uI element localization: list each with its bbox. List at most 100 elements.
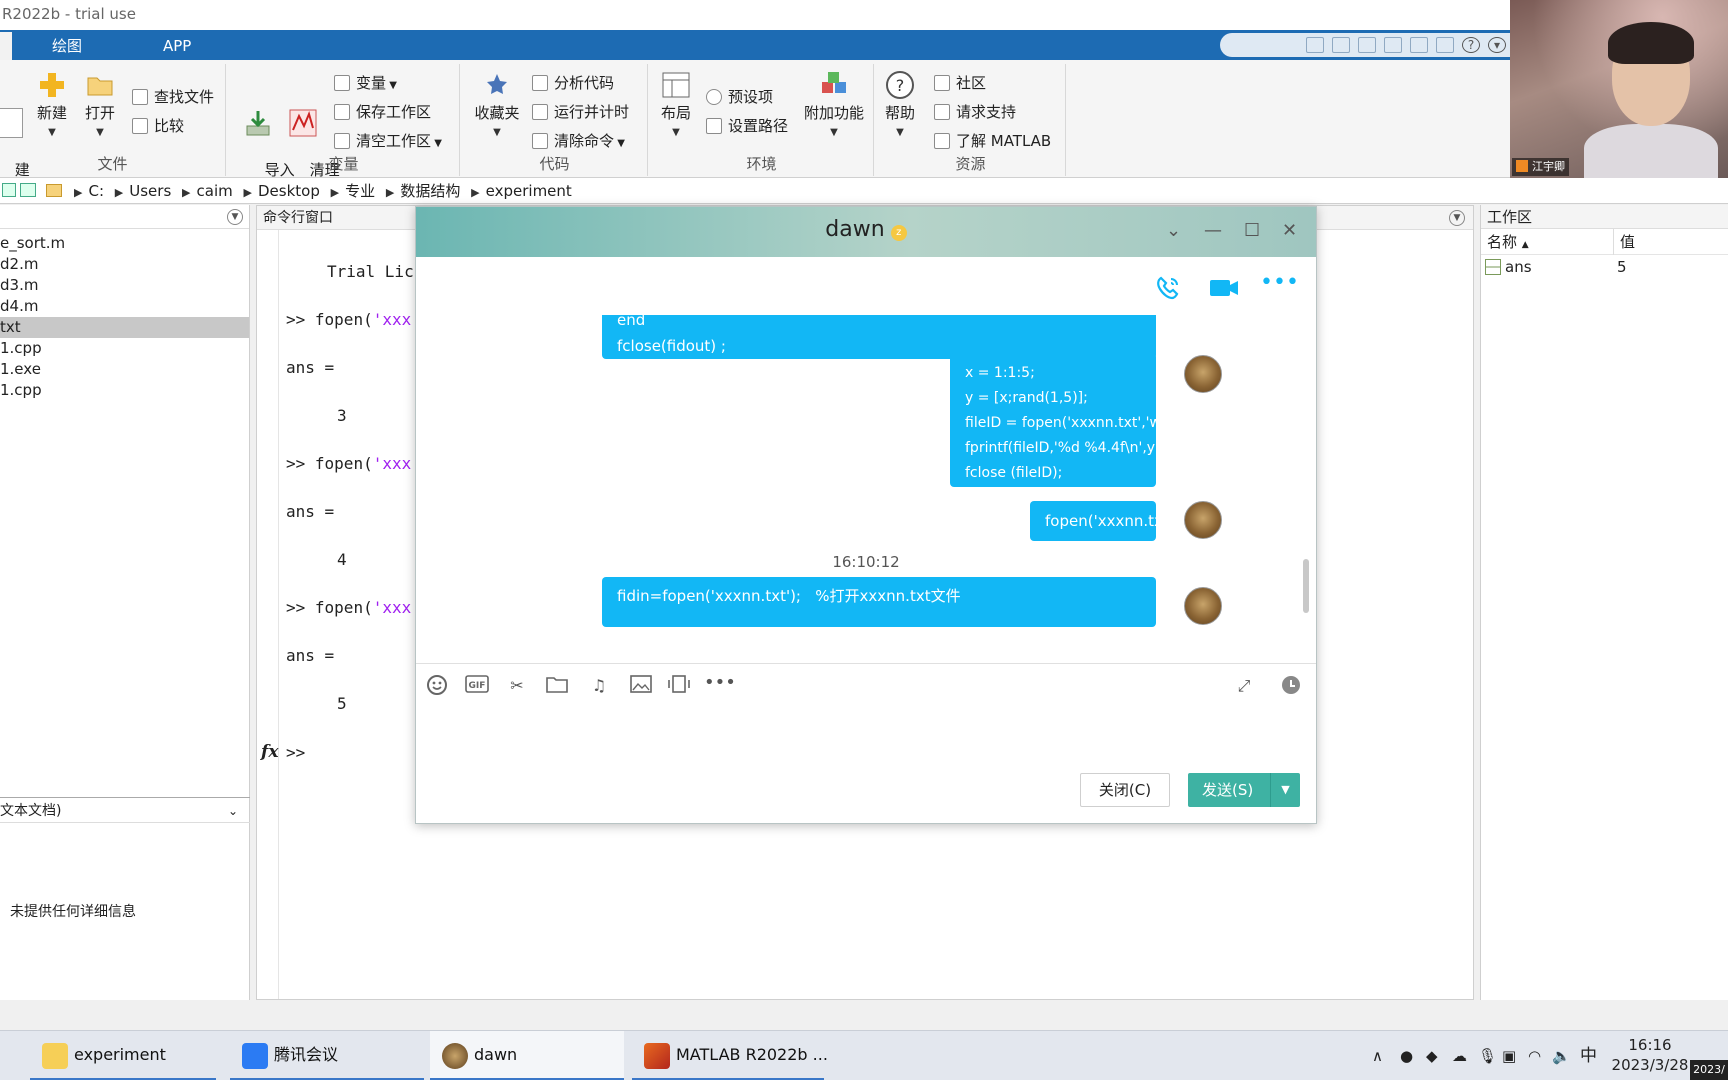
redo-icon[interactable]: [1410, 37, 1428, 53]
cut-icon[interactable]: [1332, 37, 1350, 53]
learn-matlab-button[interactable]: 了解 MATLAB: [934, 130, 1051, 152]
details-header[interactable]: 文本文档) ⌄: [0, 797, 250, 823]
list-item[interactable]: 1.exe: [0, 359, 249, 380]
more-options-icon[interactable]: •••: [1260, 272, 1299, 299]
chevron-down-icon[interactable]: ▾: [1488, 37, 1506, 53]
message-bubble[interactable]: fopen('xxxnn.txt'): [1030, 501, 1179, 541]
breadcrumb-item[interactable]: 数据结构: [400, 182, 460, 200]
video-call-icon[interactable]: [1208, 275, 1238, 299]
column-header-name[interactable]: 名称 ▲: [1487, 229, 1529, 258]
close-icon[interactable]: ✕: [1282, 220, 1297, 241]
list-item[interactable]: 1.cpp: [0, 338, 249, 359]
network-icon[interactable]: ▣: [1502, 1031, 1516, 1080]
taskbar-item-explorer[interactable]: experiment: [30, 1031, 216, 1080]
music-icon[interactable]: ♫: [586, 674, 612, 698]
clear-commands-button[interactable]: 清除命令 ▼: [532, 130, 625, 152]
wifi-icon[interactable]: ◠: [1528, 1031, 1541, 1080]
scrollbar-thumb[interactable]: [1303, 559, 1309, 613]
cloud-icon[interactable]: ☁: [1452, 1031, 1467, 1080]
voice-call-icon[interactable]: [1154, 275, 1184, 300]
breadcrumb-item[interactable]: experiment: [486, 182, 572, 200]
gif-icon[interactable]: GIF: [464, 674, 490, 698]
variable-button[interactable]: 变量 ▼: [334, 72, 397, 94]
back-icon[interactable]: [2, 183, 16, 197]
more-icon[interactable]: •••: [704, 674, 736, 698]
avatar[interactable]: [1184, 355, 1222, 393]
list-item[interactable]: d3.m: [0, 275, 249, 296]
chevron-down-icon[interactable]: ⌄: [228, 798, 238, 824]
tab-plots[interactable]: 绘图: [52, 30, 82, 60]
volume-icon[interactable]: 🔈: [1552, 1031, 1571, 1080]
switch-windows-icon[interactable]: [1436, 37, 1454, 53]
message-bubble[interactable]: x = 1:1:5; y = [x;rand(1,5)]; fileID = f…: [950, 353, 1175, 487]
history-clock-icon[interactable]: [1278, 674, 1304, 698]
table-row[interactable]: ans 5: [1481, 255, 1728, 279]
up-folder-icon[interactable]: [20, 183, 36, 197]
chevron-down-icon[interactable]: ⌄: [1166, 220, 1181, 241]
save-workspace-button[interactable]: 保存工作区: [334, 101, 431, 123]
list-item[interactable]: 1.cpp: [0, 380, 249, 401]
message-input[interactable]: [416, 707, 1316, 775]
list-item-selected[interactable]: txt: [0, 317, 249, 338]
add-ons-button[interactable]: 附加功能 ▼: [802, 66, 866, 142]
breadcrumb-item[interactable]: C:: [88, 182, 104, 200]
open-button[interactable]: 打开 ▼: [78, 66, 122, 142]
send-button[interactable]: 发送(S) ▼: [1188, 773, 1300, 807]
system-clock[interactable]: 16:16 2023/3/28: [1610, 1035, 1690, 1075]
avatar[interactable]: [1184, 501, 1222, 539]
breadcrumb-item[interactable]: Users: [129, 182, 171, 200]
compare-button[interactable]: 比较: [132, 115, 184, 137]
folder-icon[interactable]: [544, 674, 570, 698]
list-item[interactable]: d4.m: [0, 296, 249, 317]
panel-menu-icon[interactable]: ▼: [1449, 210, 1465, 226]
analyze-code-button[interactable]: 分析代码: [532, 72, 614, 94]
command-prompt[interactable]: >>: [286, 743, 305, 762]
taskbar-item-chat[interactable]: dawn: [430, 1031, 624, 1080]
tencent-meeting-tray-icon[interactable]: ◆: [1426, 1031, 1438, 1080]
screen-record-icon[interactable]: [666, 674, 692, 698]
preferences-button[interactable]: 预设项: [706, 86, 773, 108]
qq-icon[interactable]: ●: [1400, 1031, 1413, 1080]
breadcrumb-item[interactable]: 专业: [345, 182, 375, 200]
expand-icon[interactable]: ⤢: [1231, 674, 1257, 698]
tab-home[interactable]: [0, 32, 12, 60]
image-icon[interactable]: [628, 674, 654, 698]
avatar[interactable]: [1184, 587, 1222, 625]
chevron-up-icon[interactable]: ∧: [1372, 1031, 1383, 1080]
run-and-time-button[interactable]: 运行并计时: [532, 101, 629, 123]
function-browser-icon[interactable]: fx: [261, 742, 278, 762]
set-path-button[interactable]: 设置路径: [706, 115, 788, 137]
request-support-button[interactable]: 请求支持: [934, 101, 1016, 123]
paste-icon[interactable]: [1358, 37, 1376, 53]
current-folder-address-bar[interactable]: ▶ C: ▶ Users ▶ caim ▶ Desktop ▶ 专业 ▶ 数据结构 ▶ exp…: [0, 178, 1728, 204]
new-button[interactable]: 新建 ▼: [30, 66, 74, 142]
list-item[interactable]: d2.m: [0, 254, 249, 275]
help-button[interactable]: ? 帮助 ▼: [878, 66, 922, 142]
undo-icon[interactable]: [1384, 37, 1402, 53]
minimize-icon[interactable]: —: [1204, 220, 1222, 241]
breadcrumb-item[interactable]: caim: [197, 182, 233, 200]
chevron-down-icon[interactable]: ▼: [1270, 773, 1300, 807]
column-header-value[interactable]: 值: [1613, 229, 1635, 255]
clear-workspace-button[interactable]: 清空工作区 ▼: [334, 130, 442, 152]
close-button[interactable]: 关闭(C): [1080, 773, 1170, 807]
community-button[interactable]: 社区: [934, 72, 986, 94]
taskbar-item-matlab[interactable]: MATLAB R2022b ...: [632, 1031, 828, 1080]
favorites-button[interactable]: 收藏夹 ▼: [472, 66, 522, 142]
emoji-icon[interactable]: [424, 674, 450, 698]
microphone-icon[interactable]: 🎙: [1478, 1031, 1497, 1080]
list-item[interactable]: e_sort.m: [0, 233, 249, 254]
panel-menu-icon[interactable]: ▼: [227, 209, 243, 225]
layout-button[interactable]: 布局 ▼: [654, 66, 698, 142]
tab-apps[interactable]: APP: [163, 30, 191, 60]
find-files-button[interactable]: 查找文件: [132, 86, 214, 108]
message-bubble[interactable]: fidin=fopen('xxxnn.txt'); %打开xxxnn.txt文件: [602, 577, 1156, 627]
help-icon[interactable]: ?: [1462, 37, 1480, 53]
scissors-icon[interactable]: ✂: [504, 674, 530, 698]
save-icon[interactable]: [1306, 37, 1324, 53]
taskbar-item-tencent-meeting[interactable]: 腾讯会议: [230, 1031, 424, 1080]
input-method-indicator[interactable]: 中: [1580, 1031, 1597, 1080]
maximize-icon[interactable]: ☐: [1244, 220, 1260, 241]
message-scrollbar[interactable]: [1302, 323, 1310, 653]
breadcrumb-item[interactable]: Desktop: [258, 182, 320, 200]
